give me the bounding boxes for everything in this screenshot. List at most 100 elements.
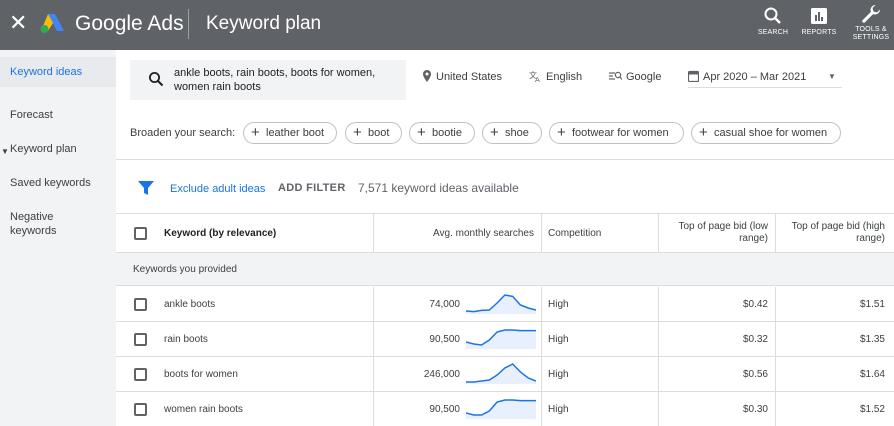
broaden-chip-leather-boot[interactable]: + leather boot — [243, 122, 337, 144]
header-reports-button[interactable]: REPORTS — [800, 6, 838, 46]
location-value: United States — [436, 71, 503, 83]
keyword-search-input[interactable]: ankle boots, rain boots, boots for women… — [130, 60, 406, 100]
chip-label: bootie — [432, 127, 462, 139]
broaden-chip-shoe[interactable]: + shoe — [482, 122, 542, 144]
sidebar-item-saved-keywords[interactable]: Saved keywords — [0, 176, 116, 190]
date-range-selector[interactable]: Apr 2020 – Mar 2021 ▼ — [687, 70, 842, 84]
competition-cell: High — [548, 404, 569, 415]
plus-icon: + — [353, 124, 362, 141]
calendar-icon — [687, 70, 700, 83]
table-row[interactable]: women rain boots 90,500 High $0.30 $1.52 — [116, 392, 894, 426]
high-bid-cell: $1.64 — [859, 369, 885, 380]
page-title: Keyword plan — [206, 13, 322, 34]
sidebar-item-label: Forecast — [10, 109, 53, 121]
plus-icon: + — [490, 124, 499, 141]
sidebar-item-label-line2: keywords — [10, 225, 57, 237]
sidebar-item-negative-keywords[interactable]: Negative keywords — [0, 210, 116, 238]
column-divider — [775, 357, 776, 391]
table-row[interactable]: ankle boots 74,000 High $0.42 $1.51 — [116, 287, 894, 322]
low-bid-cell: $0.30 — [742, 404, 768, 415]
close-icon[interactable]: ✕ — [9, 12, 27, 34]
broaden-chip-footwear-for-women[interactable]: + footwear for women — [549, 122, 684, 144]
broaden-search-label: Broaden your search: — [130, 127, 236, 139]
column-divider — [658, 214, 659, 253]
trend-sparkline — [466, 363, 536, 384]
column-divider — [541, 322, 542, 356]
column-divider — [373, 392, 374, 426]
high-bid-cell: $1.51 — [859, 299, 885, 310]
column-divider — [658, 357, 659, 391]
competition-cell: High — [548, 369, 569, 380]
table-row[interactable]: rain boots 90,500 High $0.32 $1.35 — [116, 322, 894, 357]
column-header-keyword[interactable]: Keyword (by relevance) — [164, 228, 276, 240]
column-header-high-bid[interactable]: Top of page bid (high range) — [778, 221, 885, 245]
sidebar-nav: Keyword ideas Forecast ▼ Keyword plan Sa… — [0, 50, 116, 426]
exclude-adult-ideas-link[interactable]: Exclude adult ideas — [170, 182, 265, 196]
low-bid-header-line2: range) — [739, 233, 768, 244]
column-divider — [373, 214, 374, 253]
add-filter-button[interactable]: ADD FILTER — [278, 181, 346, 195]
search-query-line1: ankle boots, rain boots, boots for women… — [174, 67, 376, 79]
low-bid-cell: $0.56 — [742, 369, 768, 380]
sidebar-item-label: Keyword plan — [10, 143, 77, 155]
sidebar-item-label: Keyword ideas — [10, 66, 83, 78]
column-divider — [373, 322, 374, 356]
column-header-avg-monthly-searches[interactable]: Avg. monthly searches — [378, 228, 534, 240]
sidebar-item-label-line1: Negative — [10, 211, 54, 223]
sidebar-item-keyword-ideas[interactable]: Keyword ideas — [0, 57, 116, 87]
sidebar-item-label: Saved keywords — [10, 177, 91, 189]
broaden-chip-bootie[interactable]: + bootie — [409, 122, 475, 144]
header-reports-label: REPORTS — [801, 29, 837, 36]
row-checkbox[interactable] — [134, 368, 147, 381]
row-checkbox[interactable] — [134, 298, 147, 311]
header-search-label: SEARCH — [757, 29, 789, 36]
location-filter[interactable]: United States — [422, 70, 502, 84]
searches-cell: 90,500 — [429, 404, 460, 415]
competition-cell: High — [548, 299, 569, 310]
reports-icon — [811, 8, 827, 24]
sidebar-item-forecast[interactable]: Forecast — [0, 108, 116, 122]
select-all-checkbox[interactable] — [134, 227, 147, 240]
column-divider — [658, 322, 659, 356]
high-bid-header-line1: Top of page bid (high — [791, 221, 885, 232]
row-checkbox[interactable] — [134, 333, 147, 346]
header-search-button[interactable]: SEARCH — [755, 6, 791, 46]
table-header: Keyword (by relevance) Avg. monthly sear… — [116, 213, 894, 253]
svg-text:A: A — [535, 76, 540, 82]
filter-funnel-icon[interactable] — [138, 181, 154, 195]
plus-icon: + — [699, 124, 708, 141]
plus-icon: + — [417, 124, 426, 141]
column-divider — [541, 214, 542, 253]
column-divider — [373, 357, 374, 391]
competition-cell: High — [548, 334, 569, 345]
dropdown-arrow-icon: ▼ — [828, 72, 836, 81]
translate-icon: 文 A — [529, 70, 540, 84]
chip-label: footwear for women — [572, 127, 669, 139]
row-checkbox[interactable] — [134, 403, 147, 416]
column-divider — [775, 322, 776, 356]
date-range-underline — [688, 87, 842, 88]
low-bid-cell: $0.42 — [742, 299, 768, 310]
column-header-competition[interactable]: Competition — [548, 228, 601, 240]
location-pin-icon — [423, 70, 431, 82]
table-row[interactable]: boots for women 246,000 High $0.56 $1.64 — [116, 357, 894, 392]
sidebar-item-keyword-plan[interactable]: ▼ Keyword plan — [0, 142, 116, 156]
google-ads-logo-icon — [40, 14, 64, 33]
keywords-provided-group-row: Keywords you provided — [116, 253, 894, 286]
language-filter[interactable]: 文 A English — [529, 70, 582, 84]
column-header-low-bid[interactable]: Top of page bid (low range) — [664, 221, 768, 245]
search-network-icon — [609, 71, 623, 80]
broaden-chip-boot[interactable]: + boot — [345, 122, 402, 144]
high-bid-cell: $1.52 — [859, 404, 885, 415]
column-divider — [775, 392, 776, 426]
broaden-chip-casual-shoe-for-women[interactable]: + casual shoe for women — [691, 122, 841, 144]
searches-cell: 246,000 — [423, 369, 460, 380]
column-divider — [541, 357, 542, 391]
header-tools-label-line2: SETTINGS — [852, 34, 890, 41]
low-bid-cell: $0.32 — [742, 334, 768, 345]
caret-down-icon: ▼ — [1, 147, 9, 156]
header-tools-settings-button[interactable]: TOOLS & SETTINGS — [850, 3, 892, 43]
high-bid-header-line2: range) — [856, 233, 885, 244]
network-filter[interactable]: Google — [609, 70, 661, 84]
keyword-cell: ankle boots — [164, 299, 216, 310]
